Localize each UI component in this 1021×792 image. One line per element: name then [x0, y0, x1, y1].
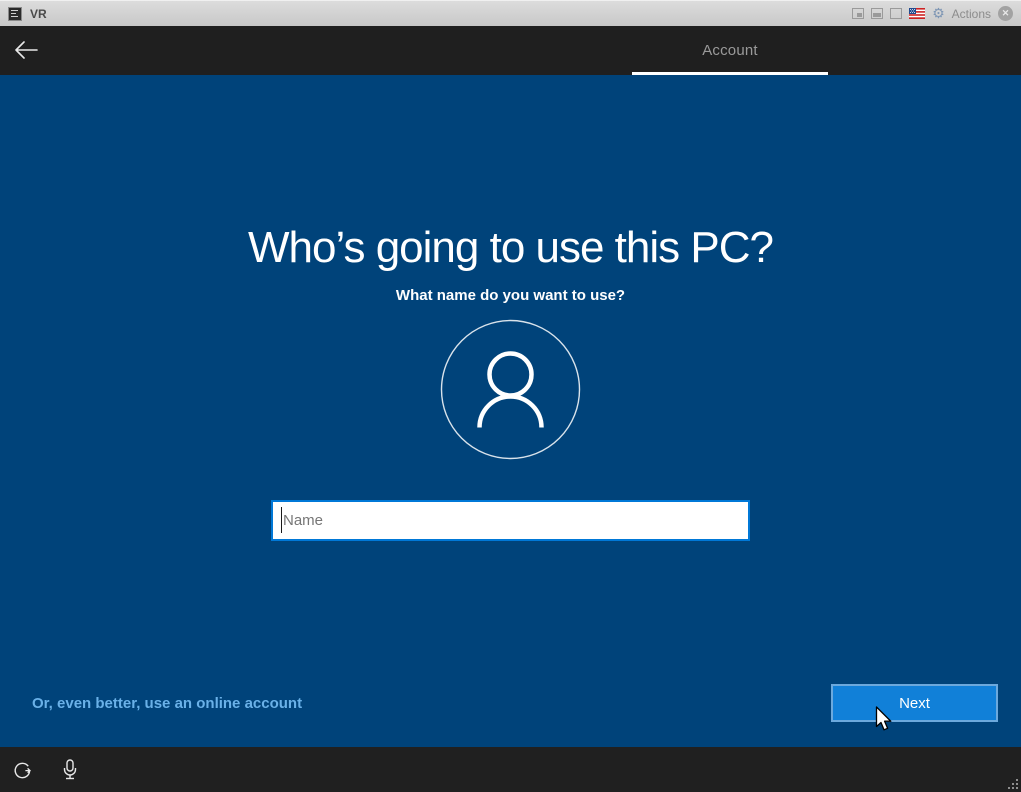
avatar	[440, 319, 581, 460]
online-account-link[interactable]: Or, even better, use an online account	[32, 695, 302, 712]
tab-account[interactable]: Account	[632, 26, 828, 75]
microphone-icon	[63, 759, 77, 780]
bottom-fill-icon	[873, 13, 882, 17]
user-avatar-icon	[440, 319, 581, 460]
setup-header: Account	[0, 26, 1021, 75]
account-setup-page: Who’s going to use this PC? What name do…	[0, 75, 1021, 747]
view-size-full-button[interactable]	[890, 8, 903, 19]
gear-icon[interactable]: ⚙	[932, 7, 945, 21]
page-title: Who’s going to use this PC?	[248, 223, 774, 272]
titlebar: VR ⚙ Actions ✕	[0, 0, 1021, 26]
resize-grip[interactable]	[1006, 777, 1020, 791]
view-size-corner-button[interactable]	[852, 8, 865, 19]
name-input[interactable]	[271, 500, 750, 541]
actions-menu-button[interactable]: Actions	[952, 7, 991, 21]
back-arrow-icon	[15, 41, 38, 59]
vm-viewer-window: VR ⚙ Actions ✕ Account Who’s going to us…	[0, 0, 1021, 792]
text-caret	[281, 507, 282, 533]
name-field-wrapper	[271, 500, 750, 541]
titlebar-controls: ⚙ Actions ✕	[852, 6, 1013, 21]
back-button[interactable]	[10, 34, 42, 66]
us-flag-icon[interactable]	[909, 8, 926, 19]
titlebar-left: VR	[8, 6, 47, 21]
next-button[interactable]: Next	[831, 684, 998, 722]
page-subtitle: What name do you want to use?	[395, 287, 626, 304]
footer-bar	[0, 747, 1021, 792]
corner-fill-icon	[857, 13, 863, 17]
view-size-bottom-button[interactable]	[871, 8, 884, 19]
close-button[interactable]: ✕	[998, 6, 1013, 21]
ease-of-access-icon	[14, 762, 31, 778]
close-icon: ✕	[1001, 8, 1010, 18]
ease-of-access-button[interactable]	[9, 757, 35, 783]
app-icon	[8, 6, 22, 21]
window-title: VR	[30, 6, 47, 21]
tab-account-label: Account	[702, 42, 758, 59]
microphone-button[interactable]	[57, 757, 83, 783]
